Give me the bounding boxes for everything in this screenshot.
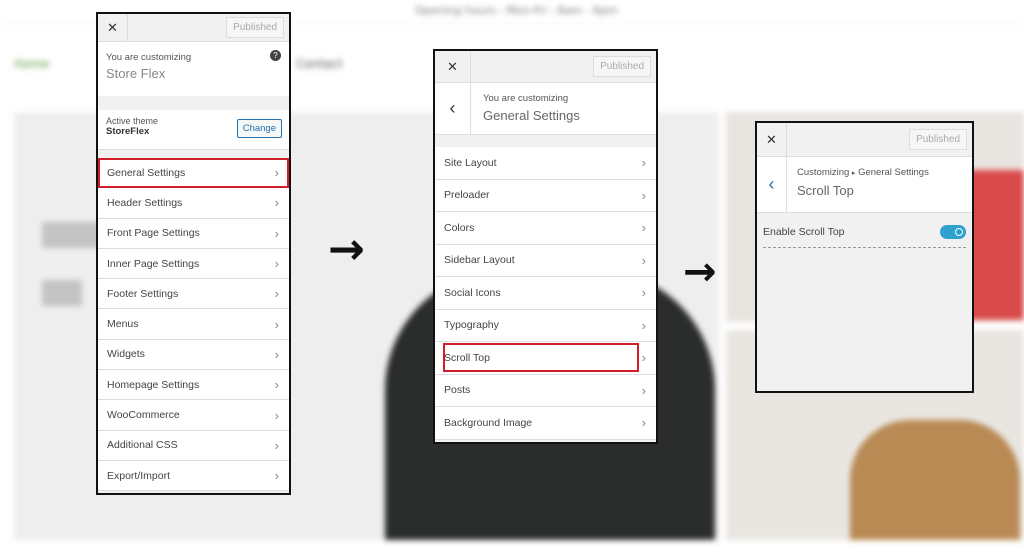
menu-item-typography[interactable]: Typography › <box>435 309 656 342</box>
menu-item-label: Header Settings <box>107 196 183 209</box>
menu-item-label: Additional CSS <box>107 439 178 452</box>
chevron-right-icon: › <box>641 252 646 268</box>
opening-hours: Opening hours : Mon-Fri : 8am - 6pm <box>415 4 618 17</box>
chevron-right-icon: › <box>641 415 646 431</box>
menu-item-label: Background Image <box>444 416 533 429</box>
menu-item-label: Menus <box>107 318 139 331</box>
menu-item-label: Homepage Settings <box>107 378 200 391</box>
menu-item-export-import[interactable]: Export/Import › <box>98 460 289 492</box>
breadcrumb-separator: ▸ <box>851 170 856 177</box>
menu-item-label: Footer Settings <box>107 287 179 300</box>
section-title: General Settings <box>483 108 580 123</box>
menu-item-label: Widgets <box>107 348 145 361</box>
menu-item-label: Site Layout <box>444 156 497 169</box>
menu-item-label: General Settings <box>107 166 186 179</box>
menu-item-label: Sidebar Layout <box>444 254 515 267</box>
menu-item-footer-settings[interactable]: Footer Settings › <box>98 279 289 310</box>
back-icon[interactable]: ‹ <box>435 83 471 134</box>
chevron-right-icon: › <box>274 256 279 272</box>
menu-item-header-settings[interactable]: Header Settings › <box>98 188 289 219</box>
change-theme-button[interactable]: Change <box>236 119 282 138</box>
menu-item-woocommerce[interactable]: WooCommerce › <box>98 400 289 431</box>
nav-home: Home <box>14 57 50 71</box>
chevron-right-icon: › <box>641 187 646 203</box>
close-icon[interactable]: ✕ <box>435 51 471 82</box>
menu-item-background-image[interactable]: Background Image › <box>435 407 656 440</box>
nav-contact: Contact <box>296 57 343 71</box>
menu-item-posts[interactable]: Posts › <box>435 374 656 407</box>
menu-item-colors[interactable]: Colors › <box>435 212 656 245</box>
menu-item-homepage-settings[interactable]: Homepage Settings › <box>98 370 289 401</box>
menu-item-label: Social Icons <box>444 286 501 299</box>
published-button[interactable]: Published <box>909 129 967 150</box>
chevron-right-icon: › <box>641 155 646 171</box>
chevron-right-icon: › <box>274 195 279 211</box>
menu-item-social-icons[interactable]: Social Icons › <box>435 277 656 310</box>
menu-item-label: Front Page Settings <box>107 227 200 240</box>
customizing-label: You are customizing <box>106 52 192 63</box>
menu-item-scroll-top[interactable]: Scroll Top › <box>435 342 656 375</box>
chevron-right-icon: › <box>641 350 646 366</box>
menu-item-general-settings[interactable]: General Settings › <box>98 158 289 189</box>
menu-item-sidebar-layout[interactable]: Sidebar Layout › <box>435 244 656 277</box>
chevron-right-icon: › <box>641 382 646 398</box>
arrow-right-icon: → <box>328 224 365 275</box>
menu-item-site-layout[interactable]: Site Layout › <box>435 147 656 180</box>
menu-item-label: Inner Page Settings <box>107 257 200 270</box>
menu-item-menus[interactable]: Menus › <box>98 309 289 340</box>
chevron-right-icon: › <box>274 286 279 302</box>
menu-item-label: Typography <box>444 319 499 332</box>
chevron-right-icon: › <box>274 225 279 241</box>
published-button[interactable]: Published <box>226 17 284 38</box>
menu-item-label: Posts <box>444 384 471 397</box>
arrow-right-icon: → <box>683 249 717 295</box>
breadcrumb: Customizing ▸ General Settings <box>797 167 929 178</box>
back-icon[interactable]: ‹ <box>757 157 787 212</box>
customizing-label: You are customizing <box>483 93 569 104</box>
menu-item-inner-page-settings[interactable]: Inner Page Settings › <box>98 248 289 280</box>
chevron-right-icon: › <box>274 165 279 181</box>
promo-coat <box>850 420 1020 540</box>
menu-item-label: Colors <box>444 221 475 234</box>
chevron-right-icon: › <box>641 317 646 333</box>
chevron-right-icon: › <box>274 468 279 484</box>
chevron-right-icon: › <box>641 220 646 236</box>
menu-item-widgets[interactable]: Widgets › <box>98 339 289 371</box>
chevron-right-icon: › <box>274 316 279 332</box>
customizer-panel-scroll-top: ✕ Published ‹ Customizing ▸ General Setti… <box>755 121 974 393</box>
breadcrumb-parent[interactable]: General Settings <box>858 167 929 178</box>
menu-item-preloader[interactable]: Preloader › <box>435 179 656 212</box>
chevron-right-icon: › <box>274 377 279 393</box>
chevron-right-icon: › <box>274 346 279 362</box>
menu-item-label: Export/Import <box>107 469 171 482</box>
site-name: Store Flex <box>106 66 166 81</box>
chevron-right-icon: › <box>641 285 646 301</box>
enable-scroll-top-label: Enable Scroll Top <box>763 226 845 238</box>
breadcrumb-root[interactable]: Customizing <box>797 167 849 178</box>
help-icon[interactable]: ? <box>270 50 281 61</box>
chevron-right-icon: › <box>274 437 279 453</box>
menu-item-label: Preloader <box>444 189 490 202</box>
highlight-box <box>443 343 639 372</box>
close-icon[interactable]: ✕ <box>98 14 128 41</box>
customizer-panel-main: ✕ Published You are customizing Store Fle… <box>96 12 291 495</box>
menu-item-front-page-settings[interactable]: Front Page Settings › <box>98 218 289 249</box>
enable-scroll-top-toggle[interactable] <box>940 225 966 239</box>
section-title: Scroll Top <box>797 183 854 198</box>
close-icon[interactable]: ✕ <box>757 123 787 156</box>
menu-item-label: WooCommerce <box>107 409 180 422</box>
menu-item-additional-css[interactable]: Additional CSS › <box>98 430 289 461</box>
customizer-panel-general-settings: ✕ Published ‹ You are customizing General… <box>433 49 658 444</box>
published-button[interactable]: Published <box>593 56 651 77</box>
chevron-right-icon: › <box>274 407 279 423</box>
